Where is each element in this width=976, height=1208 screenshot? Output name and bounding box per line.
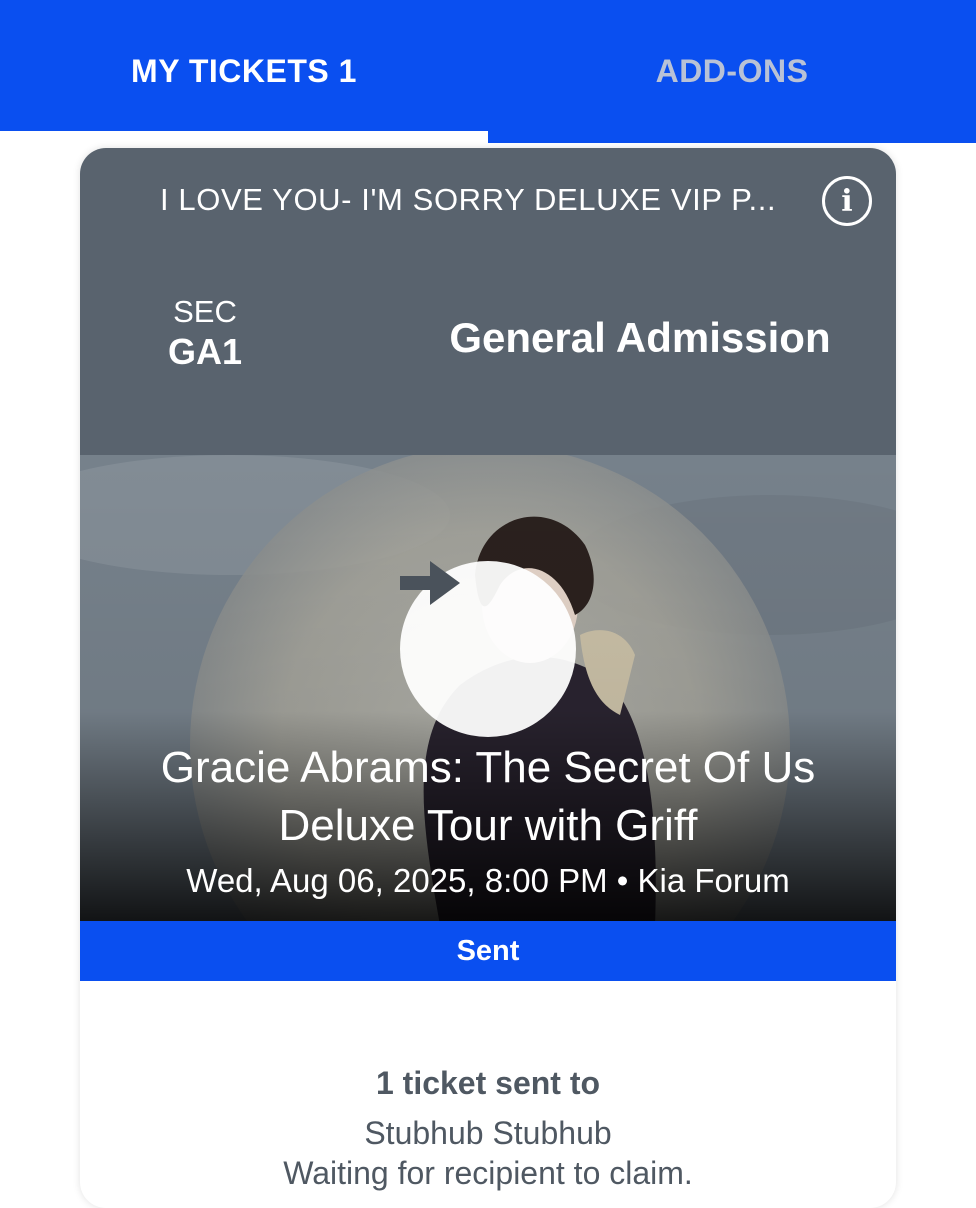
transfer-status: Waiting for recipient to claim. (283, 1155, 693, 1191)
status-badge: Sent (80, 921, 896, 981)
ticket-card: I LOVE YOU- I'M SORRY DELUXE VIP P... i … (80, 148, 896, 1208)
section-block: SEC GA1 (140, 294, 270, 374)
tab-my-tickets-label: MY TICKETS 1 (131, 53, 357, 89)
tab-add-ons-label: ADD-ONS (655, 53, 809, 89)
tab-bar: MY TICKETS 1 ADD-ONS (0, 0, 976, 143)
transfer-heading: 1 ticket sent to (375, 1065, 601, 1101)
play-button[interactable] (400, 561, 576, 737)
tab-my-tickets[interactable]: MY TICKETS 1 (0, 0, 488, 143)
transfer-recipient: Stubhub Stubhub (364, 1115, 612, 1151)
section-value: GA1 (167, 331, 243, 372)
admission-type: General Admission (449, 314, 831, 361)
tab-add-ons[interactable]: ADD-ONS (488, 0, 976, 143)
info-icon[interactable]: i (822, 176, 872, 226)
ticket-header: I LOVE YOU- I'M SORRY DELUXE VIP P... i … (80, 148, 896, 455)
active-tab-indicator (0, 131, 488, 143)
section-label: SEC (173, 294, 237, 329)
transfer-info: 1 ticket sent to Stubhub Stubhub Waiting… (80, 1061, 896, 1193)
status-label: Sent (456, 934, 520, 967)
event-image[interactable]: Gracie Abrams: The Secret Of Us Deluxe T… (80, 455, 896, 921)
event-meta: Wed, Aug 06, 2025, 8:00 PM • Kia Forum (186, 862, 790, 899)
ticket-type-label: I LOVE YOU- I'M SORRY DELUXE VIP P... (160, 182, 777, 217)
event-title: Gracie Abrams: The Secret Of Us Deluxe T… (160, 743, 816, 850)
arrow-right-icon (400, 561, 460, 605)
